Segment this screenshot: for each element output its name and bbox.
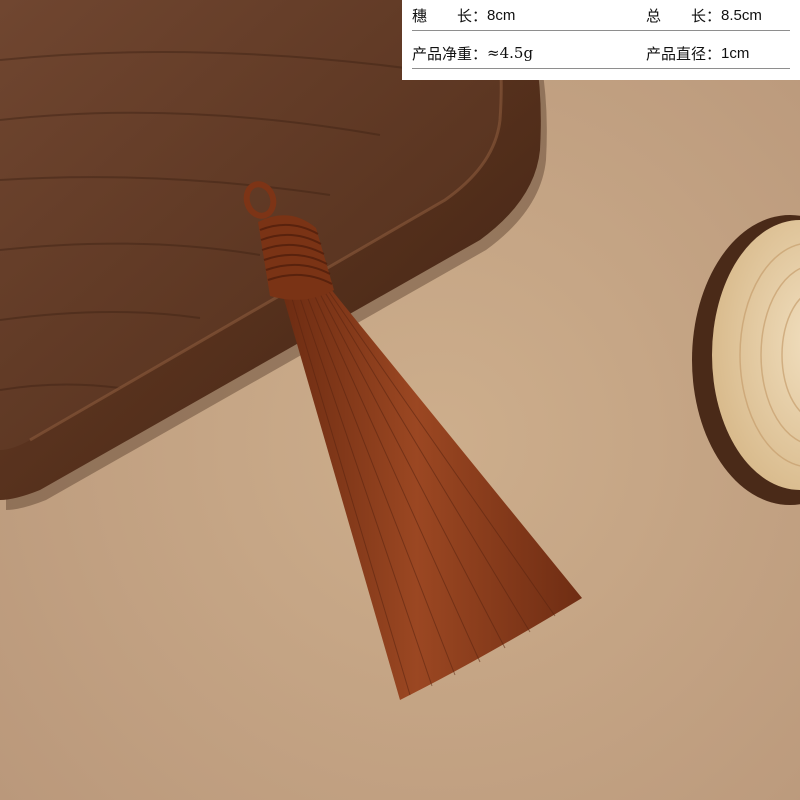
spec-net-weight: 产品净重： ≈4.5g: [412, 43, 646, 64]
net-weight-value: ≈4.5g: [487, 44, 534, 62]
spec-diameter: 产品直径： 1cm: [646, 43, 749, 64]
spec-panel: 穗 长： 8cm 总 长： 8.5cm 产品净重： ≈4.5g 产品直径： 1c…: [402, 0, 800, 80]
total-length-label: 总 长：: [646, 7, 722, 25]
spec-tassel-length: 穗 长： 8cm: [412, 5, 646, 26]
net-weight-label: 产品净重：: [412, 45, 488, 63]
spec-total-length: 总 长： 8.5cm: [646, 5, 762, 26]
tassel-length-value: 8cm: [487, 6, 516, 24]
total-length-value: 8.5cm: [721, 6, 762, 24]
product-photo: [0, 0, 800, 800]
diameter-label: 产品直径：: [646, 45, 722, 63]
tassel-length-label: 穗 长：: [412, 7, 488, 25]
spec-row-weight-diameter: 产品净重： ≈4.5g 产品直径： 1cm: [412, 38, 790, 69]
spec-row-lengths: 穗 长： 8cm 总 长： 8.5cm: [412, 0, 790, 31]
diameter-value: 1cm: [721, 44, 750, 62]
